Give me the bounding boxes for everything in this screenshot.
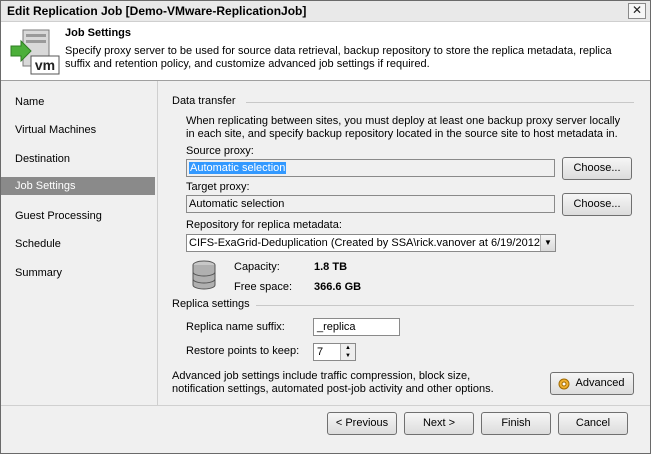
repository-select[interactable]: CIFS-ExaGrid-Deduplication (Created by S… [186,234,556,252]
advanced-info: Advanced job settings include traffic co… [172,370,494,395]
repository-value: CIFS-ExaGrid-Deduplication (Created by S… [189,237,556,249]
replica-suffix-label: Replica name suffix: [186,321,285,333]
restore-points-value: 7 [317,346,324,358]
restore-points-stepper[interactable]: 7 ▲ ▼ [313,343,356,361]
job-settings-panel: Data transfer When replicating between s… [157,81,651,405]
close-button[interactable]: ✕ [628,3,646,19]
source-proxy-label: Source proxy: [186,145,254,157]
capacity-label: Capacity: [234,261,280,273]
divider [256,305,634,306]
finish-button[interactable]: Finish [481,412,551,435]
replica-settings-group-title: Replica settings [172,298,250,310]
data-transfer-info: When replicating between sites, you must… [186,115,621,140]
target-proxy-label: Target proxy: [186,181,250,193]
source-proxy-choose-button[interactable]: Choose... [562,157,632,180]
nav-item-guest-processing[interactable]: Guest Processing [1,207,155,225]
source-proxy-field[interactable]: Automatic selection [186,159,555,177]
free-space-value: 366.6 GB [314,281,362,293]
gear-icon [558,378,570,390]
window-title: Edit Replication Job [Demo-VMware-Replic… [7,4,307,18]
repository-label: Repository for replica metadata: [186,219,342,231]
target-proxy-field[interactable]: Automatic selection [186,195,555,213]
wizard-header: vm Job Settings Specify proxy server to … [1,22,650,81]
replication-job-window: Edit Replication Job [Demo-VMware-Replic… [0,0,651,454]
chevron-down-icon[interactable]: ▼ [540,235,555,251]
footer-divider [1,405,650,406]
restore-points-label: Restore points to keep: [186,345,300,357]
nav-item-destination[interactable]: Destination [1,150,155,168]
cancel-button[interactable]: Cancel [558,412,628,435]
page-title: Job Settings [65,27,132,39]
nav-item-summary[interactable]: Summary [1,264,155,282]
nav-item-job-settings[interactable]: Job Settings [1,177,155,195]
vm-server-icon: vm [10,29,60,75]
replica-suffix-input[interactable]: _replica [313,318,400,336]
free-space-label: Free space: [234,281,293,293]
title-bar: Edit Replication Job [Demo-VMware-Replic… [1,1,650,22]
database-icon [192,260,216,290]
vm-icon-label: vm [35,57,55,73]
capacity-value: 1.8 TB [314,261,348,273]
page-description: Specify proxy server to be used for sour… [65,45,612,70]
source-proxy-value: Automatic selection [189,162,287,174]
nav-item-name[interactable]: Name [1,93,155,111]
next-button[interactable]: Next > [404,412,474,435]
previous-button[interactable]: < Previous [327,412,397,435]
spin-arrows-icon[interactable]: ▲ ▼ [340,344,355,360]
data-transfer-group-title: Data transfer [172,95,236,107]
divider [246,102,634,103]
target-proxy-choose-button[interactable]: Choose... [562,193,632,216]
advanced-button[interactable]: Advanced [550,372,634,395]
nav-item-schedule[interactable]: Schedule [1,235,155,253]
wizard-steps-nav: Name Virtual Machines Destination Job Se… [1,81,155,405]
nav-item-virtual-machines[interactable]: Virtual Machines [1,121,155,139]
